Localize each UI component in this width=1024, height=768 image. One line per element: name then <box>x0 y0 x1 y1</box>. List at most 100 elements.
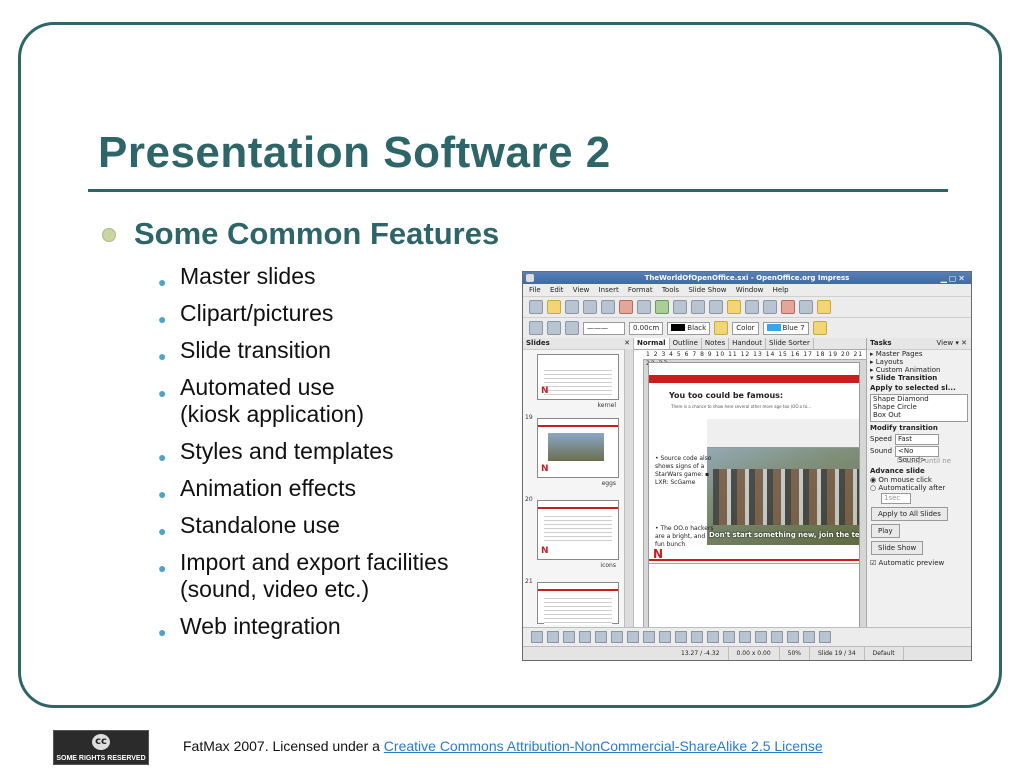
sound-label: Sound <box>870 447 893 455</box>
extrusion-icon[interactable] <box>819 631 831 643</box>
slide-thumbnail[interactable]: N kernel <box>537 354 619 409</box>
glue-points-icon[interactable] <box>755 631 767 643</box>
line-style-select[interactable]: ——— <box>583 321 625 335</box>
styles-icon[interactable] <box>529 321 543 335</box>
menu-slide-show[interactable]: Slide Show <box>688 286 726 294</box>
line-tool-icon[interactable] <box>547 631 559 643</box>
slide-show-button[interactable]: Slide Show <box>871 541 924 555</box>
area-color-select[interactable]: Blue 7 <box>762 321 809 335</box>
transition-item[interactable]: Box Out <box>873 411 967 419</box>
tab-notes[interactable]: Notes <box>702 338 730 349</box>
menu-help[interactable]: Help <box>773 286 789 294</box>
thumb-label: kernel <box>597 402 616 409</box>
slide-canvas[interactable]: You too could be famous: There is a chan… <box>648 362 860 628</box>
points-icon[interactable] <box>739 631 751 643</box>
license-link[interactable]: Creative Commons Attribution-NonCommerci… <box>384 738 823 754</box>
tab-slide-sorter[interactable]: Slide Sorter <box>766 338 814 349</box>
task-custom-animation[interactable]: ▸ Custom Animation <box>867 366 971 374</box>
select-arrow-icon[interactable] <box>531 631 543 643</box>
menu-insert[interactable]: Insert <box>599 286 619 294</box>
slide-thumbnail[interactable]: N eggs <box>537 418 619 487</box>
loop-checkbox[interactable]: ☐ Loop until ne <box>867 457 971 465</box>
transition-item[interactable]: Shape Circle <box>873 403 967 411</box>
stars-icon[interactable] <box>723 631 735 643</box>
mail-icon[interactable] <box>583 300 597 314</box>
auto-preview-checkbox[interactable]: ☑ Automatic preview <box>867 559 971 567</box>
canvas-bullet-1: • Source code also shows signs of a Star… <box>655 455 712 486</box>
area-icon[interactable] <box>714 321 729 335</box>
callouts-icon[interactable] <box>707 631 719 643</box>
area-style-select[interactable]: Color <box>732 321 759 335</box>
block-arrows-icon[interactable] <box>675 631 687 643</box>
menu-tools[interactable]: Tools <box>662 286 679 294</box>
status-zoom[interactable]: 50% <box>780 647 810 660</box>
apply-all-button[interactable]: Apply to All Slides <box>871 507 948 521</box>
speed-select[interactable]: Fast <box>894 433 939 445</box>
pdf-icon[interactable] <box>619 300 633 314</box>
slide-thumbnail[interactable]: N icons <box>537 500 619 569</box>
auto-time-field[interactable]: 1sec <box>881 492 911 504</box>
fontwork-icon[interactable] <box>771 631 783 643</box>
ellipse-tool-icon[interactable] <box>579 631 591 643</box>
tab-handout[interactable]: Handout <box>729 338 766 349</box>
cut-icon[interactable] <box>673 300 687 314</box>
symbol-shapes-icon[interactable] <box>659 631 671 643</box>
tab-outline[interactable]: Outline <box>670 338 702 349</box>
menu-format[interactable]: Format <box>628 286 653 294</box>
redo-icon[interactable] <box>763 300 777 314</box>
transition-list[interactable]: Shape Diamond Shape Circle Box Out <box>870 394 968 422</box>
feature-label: Standalone use <box>180 512 340 538</box>
table-icon[interactable] <box>799 300 813 314</box>
creative-commons-badge[interactable]: cc SOME RIGHTS RESERVED <box>53 730 149 765</box>
gallery-icon[interactable] <box>803 631 815 643</box>
auto-radio[interactable]: ○ Automatically after <box>867 484 971 492</box>
tasks-view-menu[interactable]: View ▾ ✕ <box>937 338 967 349</box>
sound-select[interactable]: <No Sound> <box>895 445 940 464</box>
navigator-icon[interactable] <box>817 300 831 314</box>
new-icon[interactable] <box>529 300 543 314</box>
tasks-view-label: View <box>936 339 954 347</box>
feature-item: ● Slide transition <box>158 337 518 364</box>
open-icon[interactable] <box>547 300 561 314</box>
paste-icon[interactable] <box>709 300 723 314</box>
shadow-icon[interactable] <box>812 321 827 335</box>
menu-view[interactable]: View <box>573 286 590 294</box>
task-layouts[interactable]: ▸ Layouts <box>867 358 971 366</box>
print-icon[interactable] <box>637 300 651 314</box>
save-icon[interactable] <box>565 300 579 314</box>
bullet-icon: ● <box>158 560 167 576</box>
edit-icon[interactable] <box>601 300 615 314</box>
tab-normal[interactable]: Normal <box>634 338 670 349</box>
flowchart-icon[interactable] <box>691 631 703 643</box>
menu-edit[interactable]: Edit <box>550 286 564 294</box>
text-tool-icon[interactable] <box>595 631 607 643</box>
basic-shapes-icon[interactable] <box>643 631 655 643</box>
connector-tool-icon[interactable] <box>627 631 639 643</box>
window-controls-icon[interactable]: ▁▢✕ <box>941 273 967 285</box>
from-file-icon[interactable] <box>787 631 799 643</box>
task-master-pages[interactable]: ▸ Master Pages <box>867 350 971 358</box>
slide-thumbnail[interactable] <box>537 582 619 625</box>
curve-tool-icon[interactable] <box>611 631 623 643</box>
spellcheck-icon[interactable] <box>655 300 669 314</box>
close-icon[interactable]: ✕ <box>624 338 630 349</box>
format-paintbrush-icon[interactable] <box>727 300 741 314</box>
copy-icon[interactable] <box>691 300 705 314</box>
line-color-select[interactable]: Black <box>667 321 711 335</box>
undo-icon[interactable] <box>745 300 759 314</box>
arrow-style-icon[interactable] <box>565 321 579 335</box>
rectangle-tool-icon[interactable] <box>563 631 575 643</box>
on-click-radio[interactable]: ◉ On mouse click <box>867 476 971 484</box>
speed-label: Speed <box>870 435 892 443</box>
line-color-swatch <box>671 324 686 331</box>
task-slide-transition[interactable]: ▾ Slide Transition <box>867 374 971 382</box>
menu-file[interactable]: File <box>529 286 541 294</box>
slides-scrollbar[interactable] <box>624 349 633 646</box>
line-icon[interactable] <box>547 321 561 335</box>
play-button[interactable]: Play <box>871 524 900 538</box>
chart-icon[interactable] <box>781 300 795 314</box>
transition-item[interactable]: Shape Diamond <box>873 395 967 403</box>
line-width-field[interactable]: 0.00cm <box>629 321 664 335</box>
menu-window[interactable]: Window <box>736 286 764 294</box>
slide-bottom-line <box>649 559 859 561</box>
